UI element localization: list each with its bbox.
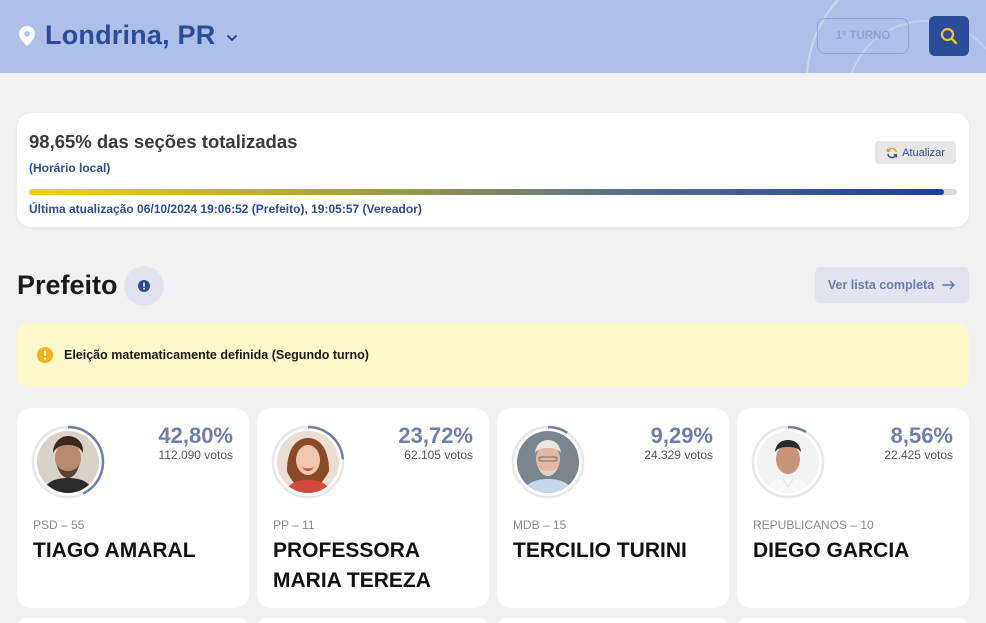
refresh-icon [886,147,898,158]
candidate-percent: 9,29% [650,423,713,448]
candidate-card[interactable]: 23,72% 62.105 votos PP – 11 PROFESSORA M… [257,408,489,608]
next-card-edge [497,618,729,623]
candidate-name: TIAGO AMARAL [33,539,196,562]
map-pin-icon [19,25,35,46]
candidate-photo [37,431,99,493]
totalization-title: 98,65% das seções totalizadas [29,131,298,152]
candidate-percent: 42,80% [158,423,233,448]
chevron-down-icon [227,34,238,41]
next-card-edge [257,618,489,623]
candidate-avatar [749,423,827,501]
candidate-name: PROFESSORA MARIA TEREZA [273,539,431,592]
candidate-name: TERCILIO TURINI [513,539,687,562]
refresh-button[interactable]: Atualizar [875,141,956,164]
search-icon [940,27,958,45]
candidate-votes: 62.105 votos [404,448,473,462]
last-update-text: Última atualização 06/10/2024 19:06:52 (… [29,202,422,216]
turno-button[interactable]: 1º TURNO [817,18,909,54]
election-defined-alert: Eleição matematicamente definida (Segund… [17,323,969,387]
totalization-progress-bar [29,189,957,195]
candidate-percent: 23,72% [398,423,473,448]
candidate-avatar [29,423,107,501]
local-time-note: (Horário local) [29,161,111,175]
candidate-votes: 22.425 votos [884,448,953,462]
info-icon [37,347,53,363]
search-button[interactable] [929,16,969,56]
refresh-label: Atualizar [902,146,945,159]
candidate-photo [517,431,579,493]
candidate-name: DIEGO GARCIA [753,539,910,562]
candidate-avatar [509,423,587,501]
candidate-card[interactable]: 8,56% 22.425 votos REPUBLICANOS – 10 DIE… [737,408,969,608]
candidate-card[interactable]: 42,80% 112.090 votos PSD – 55 TIAGO AMAR… [17,408,249,608]
section-title: Prefeito [17,270,118,300]
city-selector[interactable]: Londrina, PR [19,20,239,51]
candidate-party: PP – 11 [273,518,315,532]
candidate-photo [277,431,339,493]
next-card-edge [737,618,969,623]
totalization-card: 98,65% das seções totalizadas (Horário l… [17,113,969,227]
candidate-card[interactable]: 9,29% 24.329 votos MDB – 15 TERCILIO TUR… [497,408,729,608]
ver-lista-completa-button[interactable]: Ver lista completa [815,267,969,303]
info-icon [138,280,150,292]
candidate-party: REPUBLICANOS – 10 [753,518,874,532]
candidate-votes: 24.329 votos [644,448,713,462]
candidate-party: PSD – 55 [33,518,85,532]
candidate-photo [757,431,819,493]
candidate-party: MDB – 15 [513,518,567,532]
info-button[interactable] [124,266,164,306]
candidate-percent: 8,56% [890,423,953,448]
candidate-votes: 112.090 votos [158,448,233,462]
candidate-avatar [269,423,347,501]
city-name: Londrina, PR [45,20,216,50]
progress-fill [29,189,945,195]
top-bar: Londrina, PR 1º TURNO [0,0,986,73]
next-card-edge [17,618,249,623]
ver-lista-label: Ver lista completa [827,278,935,292]
alert-text: Eleição matematicamente definida (Segund… [64,348,369,362]
arrow-right-icon [942,280,955,290]
